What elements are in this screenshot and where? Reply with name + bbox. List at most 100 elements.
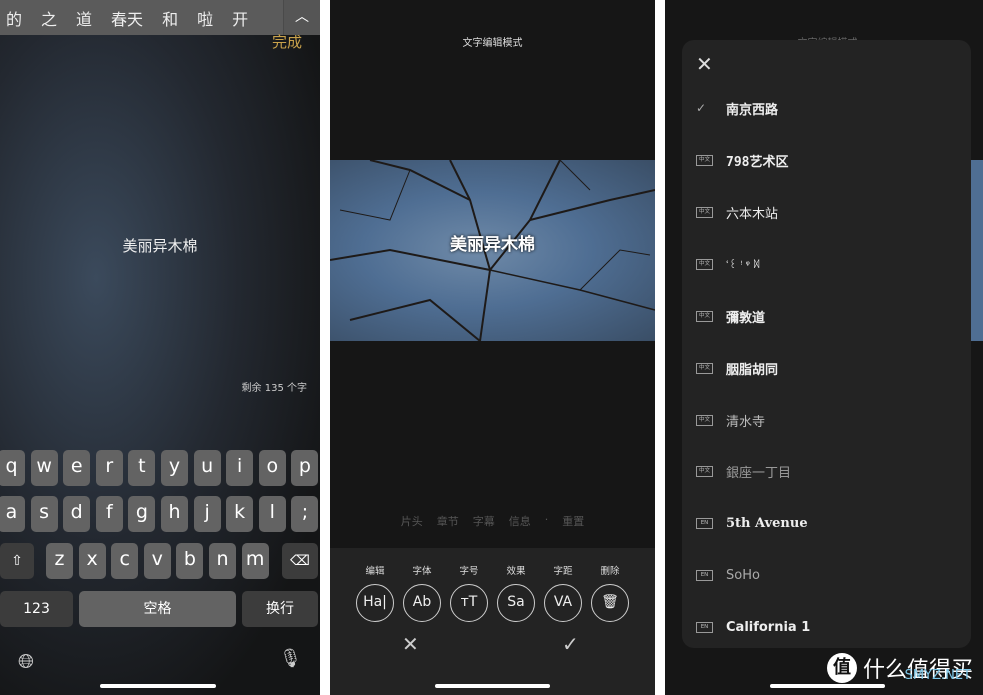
return-key[interactable]: 换行 [242, 591, 318, 627]
confirm-check-icon[interactable]: ✓ [562, 632, 579, 656]
key-f[interactable]: f [95, 496, 123, 532]
font-option[interactable]: EN SoHo [696, 565, 760, 585]
section-tabs: 片头 章节 字幕 信息 · 重置 [330, 513, 655, 529]
font-option[interactable]: ✓ 南京西路 [696, 98, 778, 118]
tool-label: 删除 [600, 566, 620, 577]
candidate-word[interactable]: 啦 [197, 6, 213, 30]
key-h[interactable]: h [161, 496, 188, 532]
font-language-badge: EN [696, 569, 713, 581]
candidate-word[interactable]: 春天 [111, 6, 143, 30]
tool-spacing-button[interactable]: 字距 VA [543, 563, 583, 622]
font-language-badge: 中文 [696, 310, 713, 322]
font-picker-sheet: ✕ ✓ 南京西路 中文 798艺术区 中文 六本木站 中文 ʿ꒰ ꜝ ᵠ ꒿ 中文 彌敦道 中文 胭脂… [682, 40, 971, 648]
key-c[interactable]: c [111, 543, 139, 579]
watermark-sub: SMYZ.NET [904, 668, 971, 683]
home-indicator [435, 684, 550, 688]
delete-key[interactable]: ⌫ [282, 543, 318, 579]
key-m[interactable]: m [241, 543, 269, 579]
key-e[interactable]: e [63, 450, 91, 486]
key-x[interactable]: x [78, 543, 106, 579]
key-g[interactable]: g [128, 496, 156, 532]
effect-icon: Sa [497, 584, 535, 622]
tool-label: 字距 [553, 566, 573, 577]
candidate-word[interactable]: 开 [232, 6, 248, 30]
font-option[interactable]: 中文 彌敦道 [696, 306, 765, 326]
watermark-logo: 值 [826, 653, 857, 683]
key-semicolon[interactable]: ; [291, 496, 319, 532]
tab[interactable]: 章节 [437, 513, 459, 529]
font-option[interactable]: 中文 銀座一丁目 [696, 461, 791, 481]
key-i[interactable]: i [226, 450, 254, 486]
font-option[interactable]: 中文 清水寺 [696, 410, 765, 430]
key-j[interactable]: j [193, 496, 221, 532]
font-language-badge: 中文 [696, 258, 713, 270]
shift-key[interactable]: ⇧ [0, 543, 34, 579]
home-indicator [770, 684, 885, 688]
key-w[interactable]: w [30, 450, 58, 486]
numbers-key[interactable]: 123 [0, 591, 73, 627]
edit-toolbar: ✕ ✓ 编辑 Ha| 字体 Ab 字号 тT 效果 Sa 字距 VA 删除 🗑 [330, 548, 655, 695]
font-name: 南京西路 [726, 102, 779, 118]
key-s[interactable]: s [30, 496, 58, 532]
font-language-badge: 中文 [696, 206, 713, 218]
key-b[interactable]: b [176, 543, 204, 579]
tab[interactable]: 片头 [401, 513, 423, 529]
candidate-word[interactable]: 的 [6, 6, 22, 30]
tool-delete-button[interactable]: 删除 🗑 [590, 563, 630, 622]
key-t[interactable]: t [128, 450, 156, 486]
tool-size-button[interactable]: 字号 тT [449, 563, 489, 622]
key-d[interactable]: d [63, 496, 91, 532]
spacing-icon: VA [544, 584, 582, 622]
candidate-word[interactable]: 和 [162, 6, 178, 30]
font-language-badge: 中文 [696, 465, 713, 477]
tool-effect-button[interactable]: 效果 Sa [496, 563, 536, 622]
font-option[interactable]: 中文 胭脂胡同 [696, 358, 778, 378]
key-l[interactable]: l [258, 496, 286, 532]
key-n[interactable]: n [209, 543, 236, 579]
edit-icon: Ha| [356, 584, 394, 622]
candidate-word[interactable]: 之 [41, 6, 57, 30]
key-u[interactable]: u [193, 450, 221, 486]
size-icon: тT [450, 584, 488, 622]
font-name: California 1 [726, 619, 811, 635]
tool-edit-button[interactable]: 编辑 Ha| [355, 563, 395, 622]
collapse-icon[interactable]: ︿ [283, 0, 320, 35]
key-a[interactable]: a [0, 496, 25, 532]
key-r[interactable]: r [95, 450, 123, 486]
microphone-icon[interactable]: 🎙︎ [279, 648, 302, 669]
text-edit-screen: 文字编辑模式 美丽异木棉 片头 章节 字幕 信息 · 重置 ✕ ✓ 编辑 Ha| 字体 Ab 字号… [330, 0, 655, 695]
key-p[interactable]: p [291, 450, 319, 486]
globe-icon[interactable]: 🌐︎ [18, 649, 34, 673]
font-option[interactable]: 中文 798艺术区 [696, 150, 788, 170]
key-z[interactable]: z [46, 543, 73, 579]
key-k[interactable]: k [226, 496, 254, 532]
font-name: 5th Avenue [726, 515, 808, 531]
remaining-count: 剩余 135 个字 [241, 383, 307, 394]
key-o[interactable]: o [258, 450, 286, 486]
key-q[interactable]: q [0, 450, 25, 486]
title-overlay[interactable]: 美丽异木棉 [330, 230, 655, 255]
text-input[interactable]: 美丽异木棉 [0, 235, 320, 256]
tab[interactable]: 重置 [562, 513, 584, 529]
font-language-badge: 中文 [696, 362, 713, 374]
font-option[interactable]: EN 5th Avenue [696, 513, 808, 533]
tab[interactable]: 信息 [509, 513, 531, 529]
space-key[interactable]: 空格 [79, 591, 236, 627]
font-name: 798艺术区 [726, 154, 789, 170]
font-option[interactable]: 中文 ʿ꒰ ꜝ ᵠ ꒿ [696, 254, 761, 274]
home-indicator [100, 684, 216, 688]
font-language-badge: 中文 [696, 414, 713, 426]
font-option[interactable]: 中文 六本木站 [696, 202, 778, 222]
key-y[interactable]: y [161, 450, 188, 486]
cancel-icon[interactable]: ✕ [402, 632, 419, 656]
font-sample-script: ʿ꒰ ꜝ ᵠ ꒿ [726, 259, 761, 271]
selected-check-icon: ✓ [696, 101, 707, 115]
candidate-word[interactable]: 道 [76, 6, 92, 30]
font-language-badge: EN [696, 621, 713, 633]
tool-font-button[interactable]: 字体 Ab [402, 563, 442, 622]
key-v[interactable]: v [143, 543, 171, 579]
close-icon[interactable]: ✕ [696, 52, 713, 76]
candidate-bar: ︿ 的之道春天和啦开 [0, 0, 320, 35]
tab[interactable]: 字幕 [473, 513, 495, 529]
font-option[interactable]: EN California 1 [696, 617, 810, 637]
